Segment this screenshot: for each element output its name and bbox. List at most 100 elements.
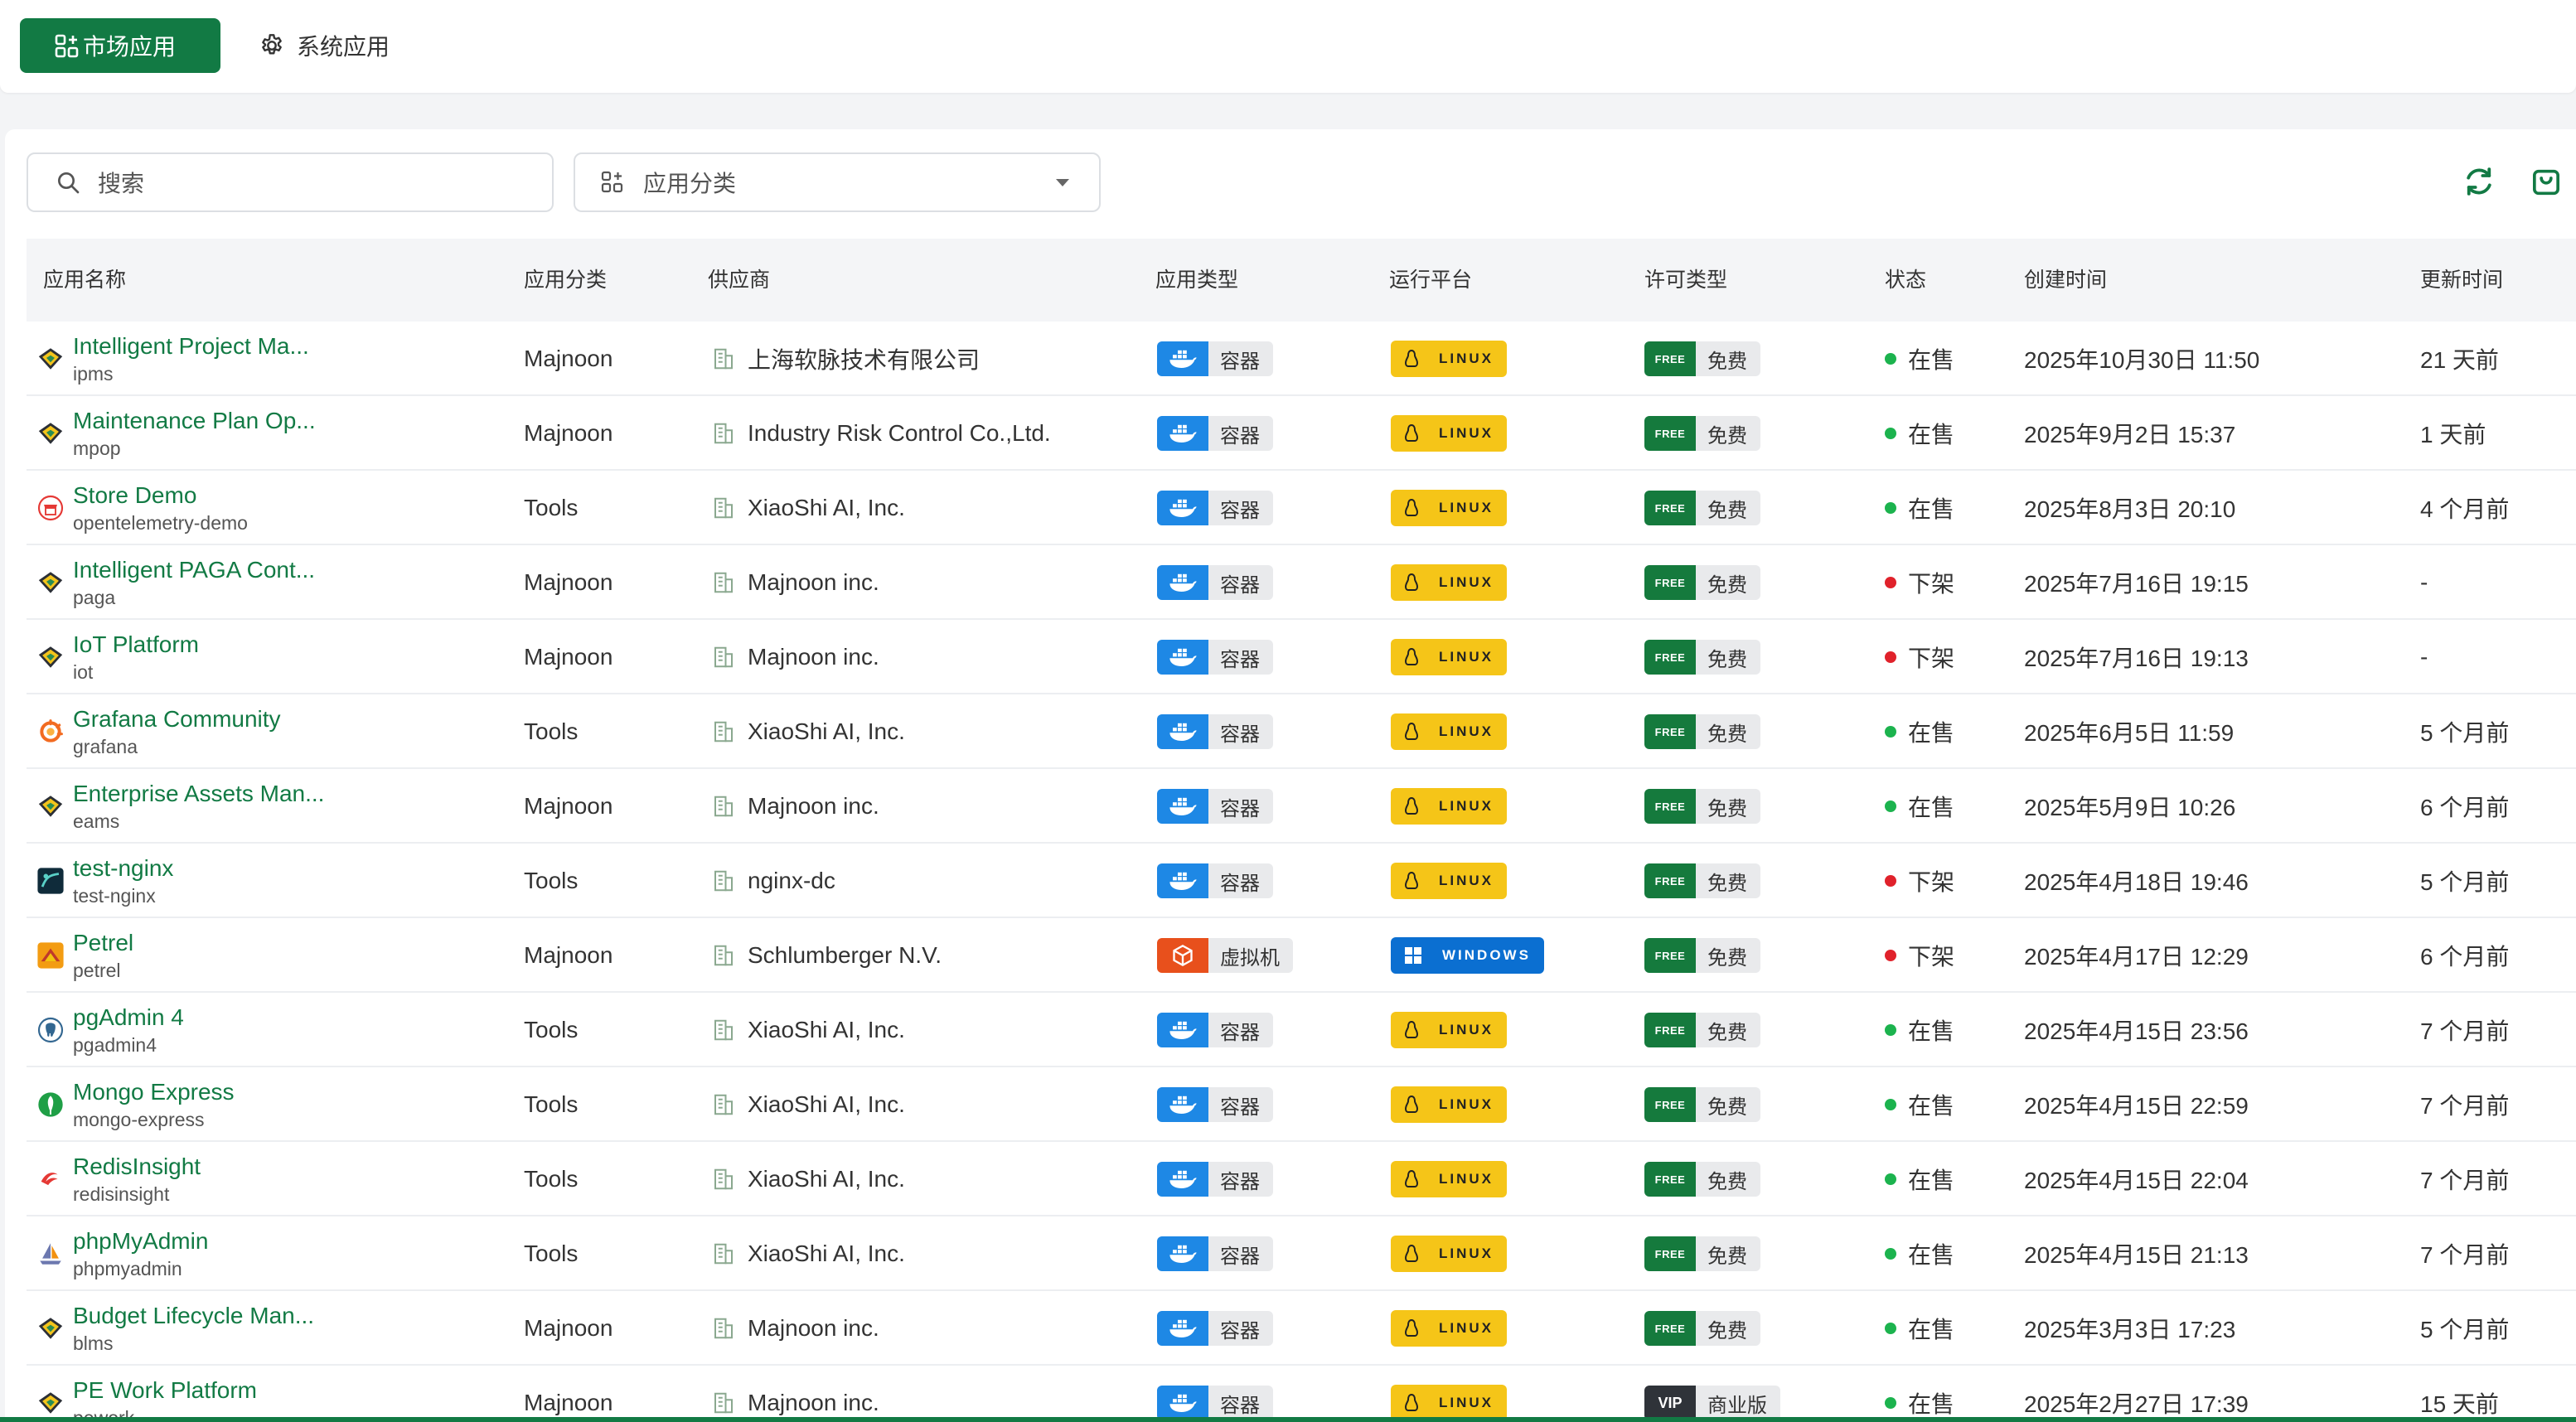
- app-name-cell[interactable]: Intelligent Project Ma... ipms: [36, 322, 309, 396]
- app-name-link[interactable]: Mongo Express: [73, 1077, 235, 1107]
- app-name-link[interactable]: RedisInsight: [73, 1152, 201, 1182]
- table-row[interactable]: Store Demo opentelemetry-demo Tools XiaoShi…: [27, 471, 2576, 545]
- search-input[interactable]: 搜索: [27, 152, 554, 212]
- col-platform[interactable]: 运行平台: [1389, 239, 1472, 322]
- col-updated[interactable]: 更新时间: [2420, 239, 2503, 322]
- building-icon: [711, 496, 736, 520]
- app-name-cell[interactable]: Enterprise Assets Man... eams: [36, 769, 324, 844]
- table-row[interactable]: phpMyAdmin phpmyadmin Tools XiaoShi AI, Inc…: [27, 1216, 2576, 1291]
- app-name-cell[interactable]: IoT Platform iot: [36, 620, 199, 694]
- status-label: 在售: [1908, 422, 1955, 447]
- col-created[interactable]: 创建时间: [2024, 239, 2107, 322]
- app-type-cell: 容器: [1157, 322, 1273, 396]
- app-name-link[interactable]: Intelligent Project Ma...: [73, 331, 309, 361]
- table-row[interactable]: Mongo Express mongo-express Tools XiaoShi A…: [27, 1067, 2576, 1142]
- app-name-cell[interactable]: PE Work Platform pework: [36, 1366, 257, 1422]
- docker-icon: [1157, 640, 1208, 675]
- majnoon-logo-icon: [36, 1314, 65, 1342]
- app-type-badge: 容器: [1157, 1311, 1273, 1346]
- app-name-cell[interactable]: Mongo Express mongo-express: [36, 1067, 235, 1142]
- platform-cell: LINUX: [1391, 1366, 1507, 1422]
- app-name-cell[interactable]: test-nginx test-nginx: [36, 844, 173, 918]
- app-name-cell[interactable]: Budget Lifecycle Man... blms: [36, 1291, 314, 1366]
- app-name-link[interactable]: Petrel: [73, 928, 133, 958]
- cart-button[interactable]: [2530, 166, 2563, 203]
- table-row[interactable]: Enterprise Assets Man... eams Majnoon Majno…: [27, 769, 2576, 844]
- app-name-link[interactable]: PE Work Platform: [73, 1376, 257, 1405]
- tab-market-apps[interactable]: 市场应用: [20, 18, 220, 73]
- app-name-link[interactable]: Intelligent PAGA Cont...: [73, 555, 315, 585]
- status-cell: 下架: [1885, 918, 1954, 993]
- app-name-link[interactable]: Grafana Community: [73, 704, 281, 734]
- table-row[interactable]: PE Work Platform pework Majnoon Majnoon inc…: [27, 1366, 2576, 1422]
- app-name-link[interactable]: Budget Lifecycle Man...: [73, 1301, 314, 1331]
- platform-badge: LINUX: [1391, 788, 1507, 825]
- status-cell: 在售: [1885, 471, 1954, 545]
- platform-badge: LINUX: [1391, 1385, 1507, 1421]
- col-type[interactable]: 应用类型: [1155, 239, 1238, 322]
- app-name-link[interactable]: Enterprise Assets Man...: [73, 779, 324, 809]
- col-vendor[interactable]: 供应商: [708, 239, 770, 322]
- app-name-link[interactable]: test-nginx: [73, 854, 173, 883]
- table-row[interactable]: Budget Lifecycle Man... blms Majnoon Majnoo…: [27, 1291, 2576, 1366]
- app-name-link[interactable]: pgAdmin 4: [73, 1003, 184, 1033]
- status-dot-icon: [1885, 950, 1896, 961]
- license-badge: FREE 免费: [1644, 565, 1760, 600]
- app-category: Majnoon: [524, 420, 613, 446]
- refresh-button[interactable]: [2462, 164, 2496, 203]
- table-row[interactable]: Maintenance Plan Op... mpop Majnoon Industr…: [27, 396, 2576, 471]
- updated-time: -: [2420, 644, 2428, 670]
- table-row[interactable]: Intelligent PAGA Cont... paga Majnoon Majno…: [27, 545, 2576, 620]
- app-name-link[interactable]: Maintenance Plan Op...: [73, 406, 316, 436]
- status-cell: 在售: [1885, 322, 1954, 396]
- license-label: 免费: [1696, 714, 1760, 749]
- app-name-cell[interactable]: Maintenance Plan Op... mpop: [36, 396, 316, 471]
- app-type-label: 容器: [1208, 491, 1273, 525]
- created-time: 2025年6月5日 11:59: [2024, 720, 2235, 746]
- table-row[interactable]: IoT Platform iot Majnoon Majnoon inc. 容器 LINU…: [27, 620, 2576, 694]
- tab-system-apps[interactable]: 系统应用: [259, 18, 390, 73]
- vendor-name: XiaoShi AI, Inc.: [748, 1166, 905, 1192]
- col-license[interactable]: 许可类型: [1644, 239, 1727, 322]
- category-select[interactable]: 应用分类: [574, 152, 1101, 212]
- app-type-badge: 容器: [1157, 1236, 1273, 1271]
- license-cell: FREE 免费: [1644, 993, 1760, 1067]
- linux-icon: [1404, 1245, 1429, 1263]
- app-name-link[interactable]: Store Demo: [73, 481, 248, 510]
- updated-time: 4 个月前: [2420, 496, 2510, 522]
- free-icon: FREE: [1644, 416, 1696, 451]
- col-name[interactable]: 应用名称: [43, 239, 126, 322]
- table-row[interactable]: test-nginx test-nginx Tools nginx-dc 容器 LINUX…: [27, 844, 2576, 918]
- status-cell: 在售: [1885, 993, 1954, 1067]
- vendor-name: XiaoShi AI, Inc.: [748, 1017, 905, 1042]
- license-cell: FREE 免费: [1644, 620, 1760, 694]
- status-cell: 下架: [1885, 620, 1954, 694]
- app-name-link[interactable]: phpMyAdmin: [73, 1226, 208, 1256]
- created-time: 2025年4月15日 23:56: [2024, 1018, 2249, 1044]
- platform-cell: LINUX: [1391, 1067, 1507, 1142]
- status-label: 在售: [1908, 795, 1955, 820]
- table-row[interactable]: pgAdmin 4 pgadmin4 Tools XiaoShi AI, Inc. 容器…: [27, 993, 2576, 1067]
- license-label: 商业版: [1696, 1386, 1780, 1420]
- app-name-cell[interactable]: Petrel petrel: [36, 918, 133, 993]
- app-name-cell[interactable]: RedisInsight redisinsight: [36, 1142, 201, 1216]
- table-row[interactable]: RedisInsight redisinsight Tools XiaoShi AI,…: [27, 1142, 2576, 1216]
- docker-icon: [1157, 565, 1208, 600]
- updated-time: 5 个月前: [2420, 720, 2510, 746]
- license-cell: VIP 商业版: [1644, 1366, 1780, 1422]
- table-row[interactable]: Grafana Community grafana Tools XiaoShi AI,…: [27, 694, 2576, 769]
- linux-icon: [1404, 1319, 1429, 1337]
- app-name-cell[interactable]: Grafana Community grafana: [36, 694, 281, 769]
- col-status[interactable]: 状态: [1885, 239, 1926, 322]
- app-type-label: 容器: [1208, 640, 1273, 675]
- app-name-cell[interactable]: Store Demo opentelemetry-demo: [36, 471, 248, 545]
- app-name-cell[interactable]: phpMyAdmin phpmyadmin: [36, 1216, 208, 1291]
- table-row[interactable]: Petrel petrel Majnoon Schlumberger N.V. 虚拟机 W…: [27, 918, 2576, 993]
- app-type-badge: 容器: [1157, 789, 1273, 824]
- app-name-cell[interactable]: pgAdmin 4 pgadmin4: [36, 993, 184, 1067]
- app-name-link[interactable]: IoT Platform: [73, 630, 199, 660]
- col-category[interactable]: 应用分类: [524, 239, 607, 322]
- app-name-cell[interactable]: Intelligent PAGA Cont... paga: [36, 545, 315, 620]
- app-type-cell: 容器: [1157, 1216, 1273, 1291]
- table-row[interactable]: Intelligent Project Ma... ipms Majnoon 上海软脉…: [27, 322, 2576, 396]
